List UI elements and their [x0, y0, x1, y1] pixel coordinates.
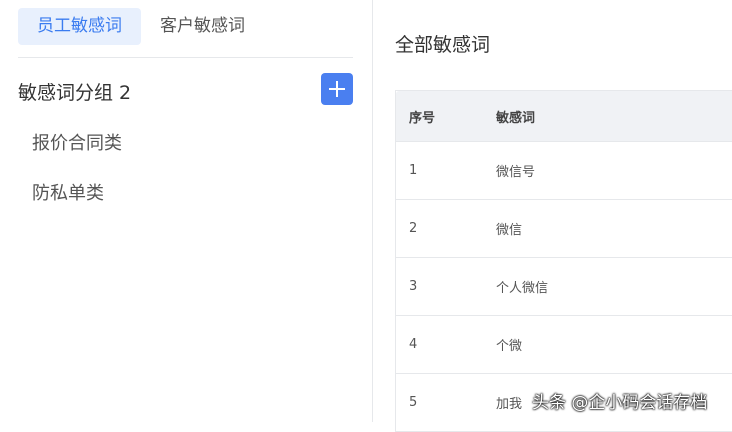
plus-icon [329, 81, 345, 97]
sensitive-word-table: 序号 敏感词 1 微信号 2 微信 3 个人微信 4 个微 5 加我 [395, 90, 732, 432]
left-panel: 员工敏感词 客户敏感词 敏感词分组 2 报价合同类 防私单类 [0, 0, 373, 422]
category-list: 报价合同类 防私单类 [32, 130, 122, 230]
sensitive-word-tabs: 员工敏感词 客户敏感词 [18, 8, 264, 45]
table-row[interactable]: 5 加我 [396, 374, 732, 432]
row-word: 加我 [496, 397, 523, 412]
divider [18, 57, 353, 58]
row-index: 4 [409, 337, 418, 352]
row-word: 个人微信 [496, 281, 549, 296]
group-title: 敏感词分组 2 [18, 82, 132, 104]
row-word: 微信号 [496, 165, 536, 180]
row-index: 5 [409, 395, 418, 410]
category-item-quote-contract[interactable]: 报价合同类 [32, 130, 122, 180]
row-index: 3 [409, 279, 418, 294]
category-item-anti-private-order[interactable]: 防私单类 [32, 180, 122, 230]
table-row[interactable]: 2 微信 [396, 200, 732, 258]
main-panel: 全部敏感词 序号 敏感词 1 微信号 2 微信 3 个人微信 4 个微 5 加我 [374, 0, 732, 432]
row-word: 微信 [496, 223, 523, 238]
row-index: 1 [409, 163, 418, 178]
column-header-word: 敏感词 [496, 110, 536, 126]
column-header-index: 序号 [409, 110, 436, 126]
tab-customer-sensitive-words[interactable]: 客户敏感词 [141, 8, 264, 45]
table-row[interactable]: 3 个人微信 [396, 258, 732, 316]
page-title: 全部敏感词 [395, 34, 491, 56]
row-word: 个微 [496, 339, 523, 354]
table-row[interactable]: 1 微信号 [396, 142, 732, 200]
add-group-button[interactable] [321, 73, 353, 105]
row-index: 2 [409, 221, 418, 236]
tab-employee-sensitive-words[interactable]: 员工敏感词 [18, 8, 141, 45]
table-header: 序号 敏感词 [396, 91, 732, 142]
table-row[interactable]: 4 个微 [396, 316, 732, 374]
